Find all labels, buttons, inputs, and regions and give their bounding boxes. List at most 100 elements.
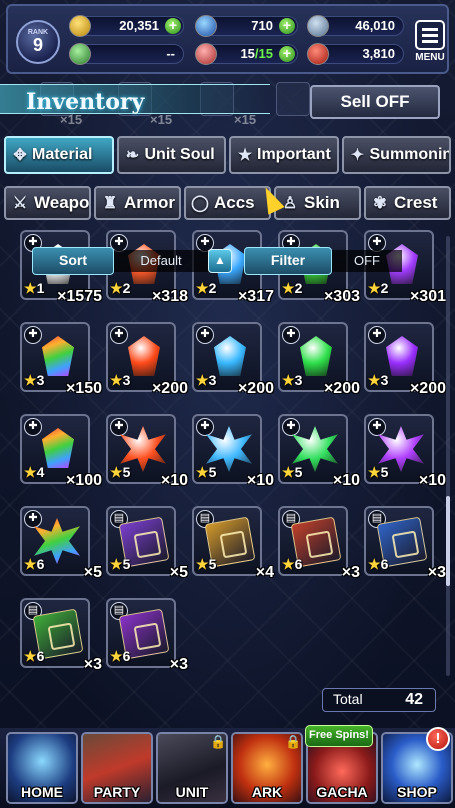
item-quantity: ×200	[237, 380, 274, 397]
lock-icon: 🔒	[285, 734, 302, 749]
gem-icon	[42, 336, 74, 376]
item-quantity: ×317	[237, 288, 274, 305]
item-quantity: ×3	[169, 656, 188, 673]
tab-armor[interactable]: ♜ Armor	[94, 186, 181, 220]
tab-material[interactable]: ✥ Material	[4, 136, 114, 174]
nav-label: HOME	[21, 784, 63, 800]
item-quantity: ×3	[83, 656, 102, 673]
nav-label: ARK	[251, 784, 283, 800]
item-quantity: ×303	[323, 288, 360, 305]
crystal-type-icon: ✚	[24, 510, 42, 528]
gem-icon	[42, 428, 74, 468]
crystal-type-icon: ✚	[368, 326, 386, 344]
menu-button[interactable]: MENU	[412, 20, 448, 66]
tab-label: Unit Soul	[144, 146, 215, 163]
nav-unit[interactable]: 🔒 UNIT	[156, 732, 228, 804]
item-quantity: ×4	[255, 564, 274, 581]
nav-label: GACHA	[316, 784, 368, 800]
rank-value: 9	[32, 35, 43, 55]
equipment-tabs: ⚔ Weapon ♜ Armor ◯ Accs ♙ Skin ✾ Crest	[4, 186, 451, 226]
crystal-type-icon: ✚	[24, 418, 42, 436]
item-quantity: ×301	[409, 288, 446, 305]
tab-label: Skin	[304, 193, 340, 212]
ghost-qty: ×15	[234, 112, 257, 127]
item-quantity: ×200	[323, 380, 360, 397]
nav-party[interactable]: PARTY	[81, 732, 153, 804]
item-quantity: ×5	[169, 564, 188, 581]
currency3-value: 46,010	[355, 18, 395, 33]
gil-add-button[interactable]: +	[165, 18, 181, 34]
crystal-type-icon: ✚	[368, 418, 386, 436]
tab-summoning[interactable]: ✦ Summoning	[341, 136, 451, 174]
item-quantity: ×10	[246, 472, 274, 489]
tab-label: Crest	[394, 193, 438, 212]
rank-badge[interactable]: RANK 9	[16, 20, 60, 64]
friend-value: --	[166, 46, 175, 61]
sort-filter-bar: Sort Default ▲ Filter OFF	[32, 247, 407, 277]
shop-alert-badge: !	[426, 727, 450, 751]
category-tabs: ✥ Material ❧ Unit Soul ★ Important ✦ Sum…	[4, 136, 451, 176]
item-quantity: ×3	[427, 564, 446, 581]
menu-label: MENU	[415, 52, 445, 63]
scrollbar-thumb[interactable]	[446, 496, 450, 586]
total-label: Total	[333, 691, 363, 707]
tab-label: Weapon	[34, 193, 90, 212]
filter-button[interactable]: Filter	[244, 247, 332, 275]
gil-counter: 20,351 +	[69, 15, 184, 37]
sell-toggle-button[interactable]: Sell OFF	[310, 85, 440, 119]
item-grid: ✚ ★1 ×1575 ✚ ★2 ×318 ✚ ★2 ×317 ✚ ★2 ×303 ✚ ★2 ×301 ✚ ★3 ×…	[0, 230, 455, 685]
gil-value: 20,351	[119, 18, 159, 33]
energy-counter: 15/15 +	[195, 43, 298, 65]
filter-value: OFF	[332, 250, 402, 272]
crystal-type-icon: ✚	[110, 326, 128, 344]
nav-home[interactable]: HOME	[6, 732, 78, 804]
energy-add-button[interactable]: +	[279, 46, 295, 62]
ghost-card	[276, 82, 310, 116]
tab-label: Armor	[124, 193, 176, 212]
nav-label: UNIT	[175, 784, 209, 800]
star-icon: ★	[237, 147, 253, 164]
sort-button[interactable]: Sort	[32, 247, 114, 275]
item-quantity: ×318	[151, 288, 188, 305]
energy-current: 15	[240, 46, 255, 61]
tab-important[interactable]: ★ Important	[229, 136, 339, 174]
lock-icon: 🔒	[210, 734, 227, 749]
gil-icon	[69, 15, 91, 37]
tab-crest[interactable]: ✾ Crest	[364, 186, 451, 220]
arena-counter: 3,810	[307, 43, 404, 65]
item-quantity: ×200	[151, 380, 188, 397]
tab-weapon[interactable]: ⚔ Weapon	[4, 186, 91, 220]
gem-icon	[128, 336, 160, 376]
crystal-type-icon: ✚	[282, 418, 300, 436]
sort-order-button[interactable]: ▲	[208, 249, 232, 273]
soul-icon: ❧	[125, 147, 140, 164]
nav-ark[interactable]: 🔒 ARK	[231, 732, 303, 804]
inventory-header: ×15 ×15 ×15 Inventory Sell OFF	[0, 80, 455, 130]
page-title: Inventory	[26, 89, 145, 115]
tab-unit-soul[interactable]: ❧ Unit Soul	[116, 136, 226, 174]
ring-icon: ◯	[191, 195, 209, 212]
sword-icon: ⚔	[12, 195, 28, 212]
gem-icon	[214, 336, 246, 376]
lapis-counter: 710 +	[195, 15, 298, 37]
item-quantity: ×1575	[57, 288, 102, 305]
armor-icon: ♜	[102, 195, 118, 212]
lapis-icon	[195, 15, 217, 37]
friend-counter: --	[69, 43, 184, 65]
crystal-type-icon: ✚	[24, 326, 42, 344]
gem-icon	[386, 336, 418, 376]
currency3-icon	[307, 15, 329, 37]
menu-icon	[415, 20, 445, 50]
item-quantity: ×10	[418, 472, 446, 489]
item-quantity: ×3	[341, 564, 360, 581]
lapis-add-button[interactable]: +	[279, 18, 295, 34]
item-quantity: ×150	[65, 380, 102, 397]
grid-scrollbar[interactable]	[446, 236, 450, 676]
tab-skin[interactable]: ♙ Skin	[274, 186, 361, 220]
total-count: Total 42	[322, 688, 436, 712]
currency3-counter: 46,010	[307, 15, 404, 37]
energy-icon	[195, 43, 217, 65]
nav-label: SHOP	[397, 784, 437, 800]
item-quantity: ×10	[160, 472, 188, 489]
lapis-value: 710	[251, 18, 273, 33]
